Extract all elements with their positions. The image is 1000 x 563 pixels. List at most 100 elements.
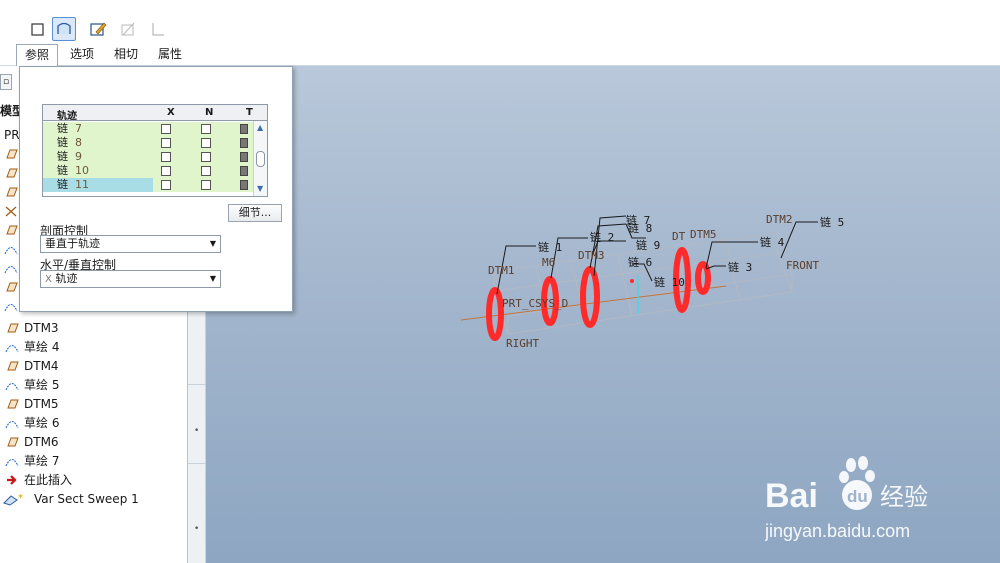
x-checkbox[interactable] [161, 152, 171, 162]
t-checkbox[interactable] [240, 166, 248, 176]
splitter-handle[interactable] [188, 384, 206, 464]
sketch-icon [4, 378, 20, 392]
label-dtm3: DTM3 [578, 249, 605, 262]
label-m6: M6 [542, 256, 555, 269]
row-prefix: 链 [57, 136, 68, 149]
label-chain-1: 链 1 [538, 240, 562, 254]
sketch-icon [4, 243, 18, 258]
tab-properties[interactable]: 属性 [150, 44, 190, 66]
header-t: T [246, 107, 253, 118]
chevron-down-icon: ▼ [209, 274, 216, 283]
row-prefix: 链 [57, 164, 68, 177]
tab-options[interactable]: 选项 [62, 44, 102, 66]
corner-icon[interactable] [146, 17, 170, 41]
table-row[interactable]: 链 9 [43, 150, 253, 164]
n-checkbox[interactable] [201, 180, 211, 190]
row-number: 9 [75, 150, 82, 163]
datum-plane-icon [4, 321, 20, 335]
trajectory-ring [580, 266, 600, 328]
tree-item-sketch-4[interactable]: 草绘 4 [4, 337, 59, 356]
tree-item-sketch-6[interactable]: 草绘 6 [4, 413, 59, 432]
trajectory-ring [486, 287, 504, 341]
label-chain-9: 链 9 [636, 238, 660, 252]
x-checkbox[interactable] [161, 180, 171, 190]
sketch-icon [4, 300, 18, 315]
row-number: 7 [75, 122, 82, 135]
row-number: 11 [75, 178, 89, 191]
baidu-watermark: Bai du 经验 jingyan.baidu.com [764, 455, 955, 545]
tree-item-dtm5[interactable]: DTM5 [4, 394, 59, 413]
references-panel: 轨迹 X N T 链 7 链 8 链 9 链 10 链 11 ▲ ▼ 细节...… [19, 66, 293, 312]
scroll-down-icon[interactable]: ▼ [257, 184, 263, 193]
t-checkbox[interactable] [240, 180, 248, 190]
tree-item-sketch-5[interactable]: 草绘 5 [4, 375, 59, 394]
datum-plane-icon [4, 359, 20, 373]
table-row[interactable]: 链 8 [43, 136, 253, 150]
tree-item-sketch-7[interactable]: 草绘 7 [4, 451, 59, 470]
tree-item-label: 草绘 6 [24, 416, 60, 430]
tree-item-label: 草绘 7 [24, 454, 60, 468]
datum-plane-icon [4, 167, 18, 182]
datum-plane-icon [4, 281, 18, 296]
sketch-icon [4, 416, 20, 430]
t-checkbox[interactable] [240, 124, 248, 134]
n-checkbox[interactable] [201, 166, 211, 176]
label-chain-4: 链 4 [760, 235, 785, 249]
t-checkbox[interactable] [240, 152, 248, 162]
edit-sketch-icon[interactable] [86, 17, 110, 41]
label-chain-8: 链 8 [628, 221, 652, 235]
tab-tangency[interactable]: 相切 [106, 44, 146, 66]
table-scrollbar[interactable]: ▲ ▼ [253, 121, 267, 196]
table-row[interactable]: 链 10 [43, 164, 253, 178]
chevron-down-icon: ▼ [209, 239, 216, 248]
tree-item-var-sect-sweep[interactable]: * Var Sect Sweep 1 [2, 489, 139, 508]
section-control-select[interactable]: 垂直于轨迹 ▼ [40, 235, 221, 253]
datum-plane-icon [4, 397, 20, 411]
tree-item-label: 在此插入 [24, 473, 73, 487]
x-checkbox[interactable] [161, 166, 171, 176]
n-checkbox[interactable] [201, 152, 211, 162]
row-prefix: 链 [57, 150, 68, 163]
n-checkbox[interactable] [201, 138, 211, 148]
x-checkbox[interactable] [161, 138, 171, 148]
tree-root-label[interactable]: PR [4, 128, 20, 142]
datum-plane-icon [4, 435, 20, 449]
tree-item-dtm4[interactable]: DTM4 [4, 356, 59, 375]
tree-item-insert-here[interactable]: 在此插入 [4, 470, 72, 489]
axis-icon [4, 205, 18, 220]
label-chain-10: 链 10 [654, 275, 685, 289]
header-track: 轨迹 [57, 111, 77, 122]
svg-text:*: * [18, 493, 23, 504]
label-dtm5: DTM5 [690, 228, 717, 241]
tree-tab-handle[interactable]: ▫ [0, 74, 12, 90]
tree-item-label: Var Sect Sweep 1 [34, 491, 139, 506]
paw-icon [839, 456, 875, 483]
label-chain-2: 链 2 [590, 230, 614, 244]
tree-item-dtm6[interactable]: DTM6 [4, 432, 59, 451]
row-prefix: 链 [57, 178, 68, 191]
row-prefix: 链 [57, 122, 68, 135]
t-checkbox[interactable] [240, 138, 248, 148]
hv-control-select[interactable]: X 轨迹 ▼ [40, 270, 221, 288]
box-icon[interactable] [26, 17, 50, 41]
details-button[interactable]: 细节... [228, 204, 282, 222]
n-checkbox[interactable] [201, 124, 211, 134]
x-checkbox[interactable] [161, 124, 171, 134]
trajectory-rings [486, 247, 711, 341]
plane-slash-icon[interactable] [116, 17, 140, 41]
label-dtm1: DTM1 [488, 264, 515, 277]
table-row[interactable]: 链 7 [43, 122, 253, 136]
sweep-surface-icon[interactable] [52, 17, 76, 41]
scroll-thumb[interactable] [256, 151, 265, 167]
trajectory-table: 轨迹 X N T 链 7 链 8 链 9 链 10 链 11 ▲ ▼ [42, 104, 268, 197]
tab-references[interactable]: 参照 [16, 44, 59, 67]
row-number: 10 [75, 164, 89, 177]
tree-item-label: DTM4 [24, 358, 59, 373]
sketch-icon [4, 340, 20, 354]
watermark-brand-2: du [847, 487, 868, 506]
hv-control-value: 轨迹 [55, 272, 78, 285]
sketch-icon [4, 262, 18, 277]
table-row-selected[interactable]: 链 11 [43, 178, 253, 192]
scroll-up-icon[interactable]: ▲ [257, 123, 263, 132]
tree-item-dtm3[interactable]: DTM3 [4, 318, 59, 337]
